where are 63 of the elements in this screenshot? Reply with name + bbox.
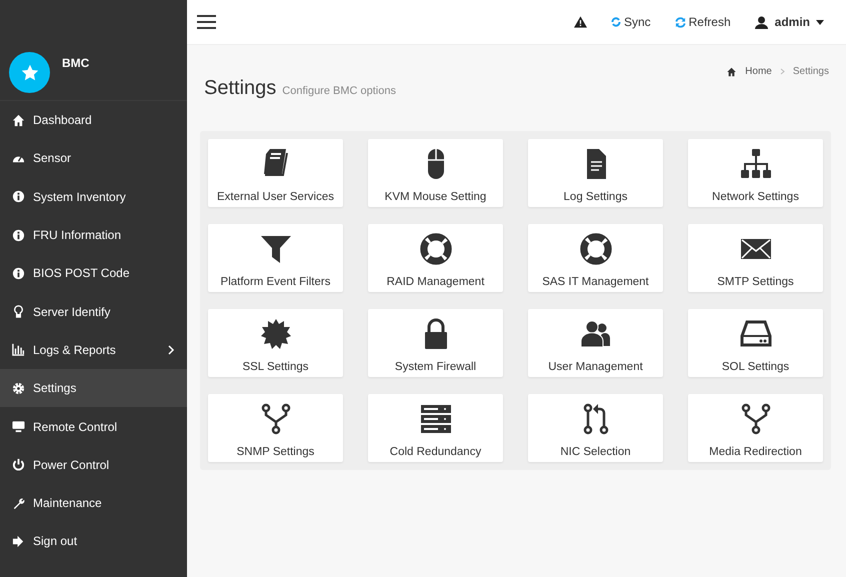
sitemap-icon	[740, 148, 772, 180]
fork-icon	[260, 403, 292, 435]
server-icon	[420, 403, 452, 435]
home-icon	[12, 114, 25, 127]
fork-icon	[740, 403, 772, 435]
settings-tile[interactable]: Media Redirection	[688, 394, 823, 462]
home-icon	[726, 66, 738, 76]
menu-icon[interactable]	[197, 15, 216, 29]
settings-tile[interactable]: Log Settings	[528, 139, 663, 207]
settings-tile[interactable]: Platform Event Filters	[208, 224, 343, 292]
sidebar-item[interactable]: BIOS POST Code	[0, 254, 187, 292]
sidebar-item[interactable]: Sensor	[0, 139, 187, 178]
gear-icon	[12, 382, 25, 395]
power-icon	[12, 458, 25, 472]
sidebar-item[interactable]: Dashboard	[0, 101, 187, 140]
settings-tile[interactable]: RAID Management	[368, 224, 503, 292]
caret-icon	[816, 20, 824, 24]
bar-chart-icon	[12, 343, 25, 356]
filter-icon	[260, 233, 292, 265]
page-title: Settings	[204, 77, 276, 99]
settings-tile[interactable]: User Management	[528, 309, 663, 377]
settings-tile[interactable]: KVM Mouse Setting	[368, 139, 503, 207]
sidebar-item[interactable]: Remote Control	[0, 407, 187, 446]
user-menu[interactable]: admin	[754, 15, 824, 29]
sync-button[interactable]: Sync	[610, 15, 651, 29]
chevron-right-icon	[780, 68, 785, 75]
info-icon	[12, 228, 25, 242]
settings-tile[interactable]: SOL Settings	[688, 309, 823, 377]
sidebar-item[interactable]: System Inventory	[0, 178, 187, 216]
sign-out-icon	[12, 534, 25, 548]
lifebuoy-icon	[420, 233, 452, 265]
settings-tile[interactable]: SNMP Settings	[208, 394, 343, 462]
sidebar-item[interactable]: Maintenance	[0, 484, 187, 522]
brand-name: BMC	[62, 56, 90, 70]
refresh-icon	[674, 16, 686, 28]
badge-icon	[260, 318, 292, 350]
sidebar-item[interactable]: Server Identify	[0, 292, 187, 331]
sync-icon	[610, 17, 621, 27]
info-icon	[12, 266, 25, 280]
settings-tile[interactable]: System Firewall	[368, 309, 503, 377]
page-subtitle: Configure BMC options	[282, 85, 396, 97]
sidebar-item[interactable]: Power Control	[0, 446, 187, 484]
sidebar-item[interactable]: Logs & Reports	[0, 330, 187, 370]
sidebar-item[interactable]: FRU Information	[0, 216, 187, 254]
lightbulb-icon	[12, 305, 25, 318]
sidebar-item[interactable]: Settings	[0, 369, 187, 408]
refresh-button[interactable]: Refresh	[674, 15, 731, 29]
sidebar-item[interactable]: Sign out	[0, 522, 187, 561]
settings-tile[interactable]: SMTP Settings	[688, 224, 823, 292]
settings-tile[interactable]: SAS IT Management	[528, 224, 663, 292]
star-avatar	[9, 52, 50, 93]
wrench-icon	[12, 496, 25, 510]
lifebuoy-icon	[580, 233, 612, 265]
settings-tile[interactable]: NIC Selection	[528, 394, 663, 462]
settings-tile[interactable]: External User Services	[208, 139, 343, 207]
settings-tile[interactable]: Cold Redundancy	[368, 394, 503, 462]
settings-tile[interactable]: Network Settings	[688, 139, 823, 207]
breadcrumb-link[interactable]: Home	[745, 66, 772, 77]
settings-tile[interactable]: SSL Settings	[208, 309, 343, 377]
warning-icon[interactable]	[574, 16, 587, 28]
info-icon	[12, 190, 25, 204]
user-icon	[754, 16, 768, 28]
monitor-icon	[12, 420, 25, 434]
